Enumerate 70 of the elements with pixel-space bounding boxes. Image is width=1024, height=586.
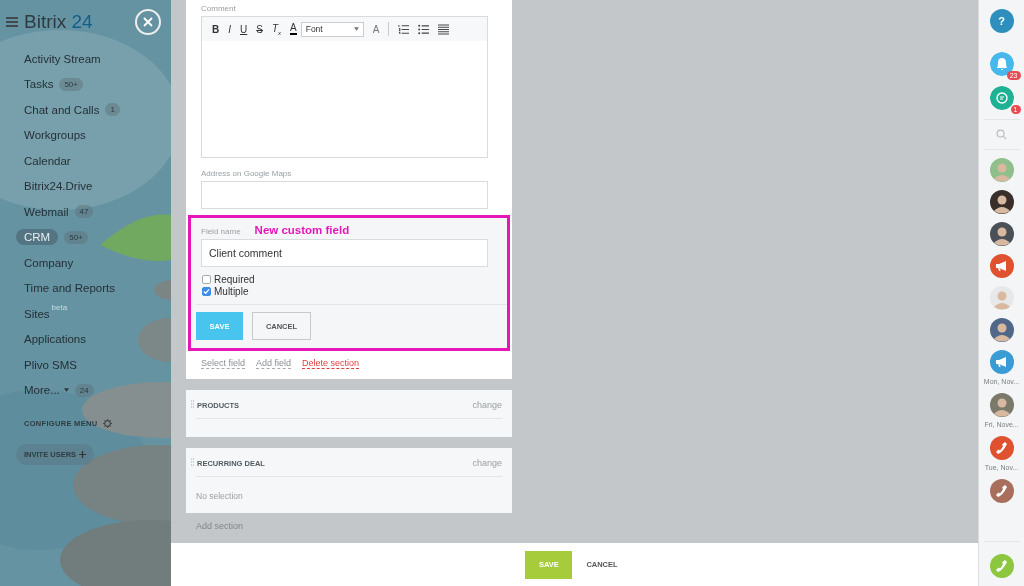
drag-handle-icon[interactable] <box>190 400 195 410</box>
menu-item[interactable]: Workgroups <box>24 129 86 142</box>
dashed-link[interactable]: Delete section <box>302 358 360 369</box>
checkbox-label: Required <box>214 274 255 285</box>
menu-item[interactable]: Tasks <box>24 78 54 91</box>
menu-item[interactable]: More... <box>24 384 60 397</box>
counter-badge: 47 <box>74 205 94 219</box>
add-section-link[interactable]: Add section <box>196 521 978 531</box>
megaphone-icon[interactable] <box>989 350 1014 374</box>
caret-icon[interactable] <box>63 388 69 393</box>
change-link[interactable]: change <box>472 400 502 410</box>
menu-item[interactable]: Bitrix24.Drive <box>24 180 93 193</box>
strikethrough-button[interactable]: S <box>256 23 263 35</box>
address-field[interactable] <box>201 181 488 209</box>
menu-item[interactable]: Webmail <box>24 205 69 218</box>
counter-badge: 50+ <box>59 77 83 91</box>
clear-format-button[interactable]: T$_{x}$ <box>271 22 282 36</box>
menu-item[interactable]: Chat and Calls <box>24 103 100 116</box>
text-editor[interactable]: B I U S T$_{x}$ A Font A <box>201 16 488 158</box>
field-label: Address on Google Maps <box>200 169 293 178</box>
checkbox[interactable] <box>202 275 211 284</box>
help-button[interactable]: ? <box>989 9 1014 33</box>
field-label: Comment <box>200 4 237 13</box>
plus-icon[interactable] <box>79 451 87 458</box>
menu-item[interactable]: Time and Reports <box>24 282 115 295</box>
menu-item[interactable]: Applications <box>24 333 86 346</box>
search-icon[interactable] <box>996 129 1007 140</box>
menu-item[interactable]: Plivo SMS <box>24 358 78 371</box>
close-icon[interactable] <box>143 17 153 27</box>
counter-badge: 50+ <box>64 230 88 244</box>
change-link[interactable]: change <box>472 458 502 468</box>
field-name-input[interactable]: Client comment <box>201 239 488 267</box>
bold-button[interactable]: B <box>212 23 220 35</box>
menu-item[interactable]: Activity Stream <box>24 52 101 65</box>
numbered-list-icon[interactable] <box>398 23 410 35</box>
justify-icon[interactable] <box>438 23 450 35</box>
chat-icon[interactable] <box>989 86 1014 110</box>
close-button[interactable] <box>135 9 161 35</box>
settings-icon[interactable] <box>103 419 113 428</box>
counter-badge: 24 <box>74 383 94 397</box>
underline-button[interactable]: U <box>240 23 248 35</box>
counter-badge: 1 <box>105 103 120 117</box>
bullet-list-icon[interactable] <box>418 23 430 35</box>
dashed-link[interactable]: Add field <box>256 358 292 369</box>
menu-icon[interactable] <box>6 17 18 27</box>
dashed-link[interactable]: Select field <box>201 358 246 369</box>
megaphone-icon[interactable] <box>989 254 1014 278</box>
avatar[interactable] <box>989 318 1014 342</box>
phone-icon[interactable] <box>989 554 1014 578</box>
drag-handle-icon[interactable] <box>190 458 195 468</box>
avatar[interactable] <box>989 190 1014 214</box>
phone-icon[interactable] <box>989 479 1014 503</box>
font-dropdown[interactable]: Font <box>300 21 364 37</box>
menu-item[interactable]: Sites <box>24 307 50 320</box>
checkbox-label: Multiple <box>214 286 249 297</box>
field-label: Field name <box>200 227 241 236</box>
menu-item[interactable]: Company <box>24 256 74 269</box>
text-color-button[interactable]: A <box>290 23 297 35</box>
caret-icon[interactable] <box>353 27 359 31</box>
phone-icon[interactable] <box>989 436 1014 460</box>
menu-item[interactable]: CRM <box>16 229 59 246</box>
section-value: No selection <box>196 491 243 501</box>
avatar[interactable] <box>989 222 1014 246</box>
menu-item[interactable]: Calendar <box>24 154 71 167</box>
beta-tag: beta <box>51 303 68 312</box>
logo[interactable]: Bitrix 24 <box>24 11 93 33</box>
annotation: New custom field <box>254 224 350 236</box>
italic-button[interactable]: I <box>228 23 231 35</box>
checkbox[interactable] <box>202 287 211 296</box>
font-size-button[interactable]: A <box>372 23 380 35</box>
